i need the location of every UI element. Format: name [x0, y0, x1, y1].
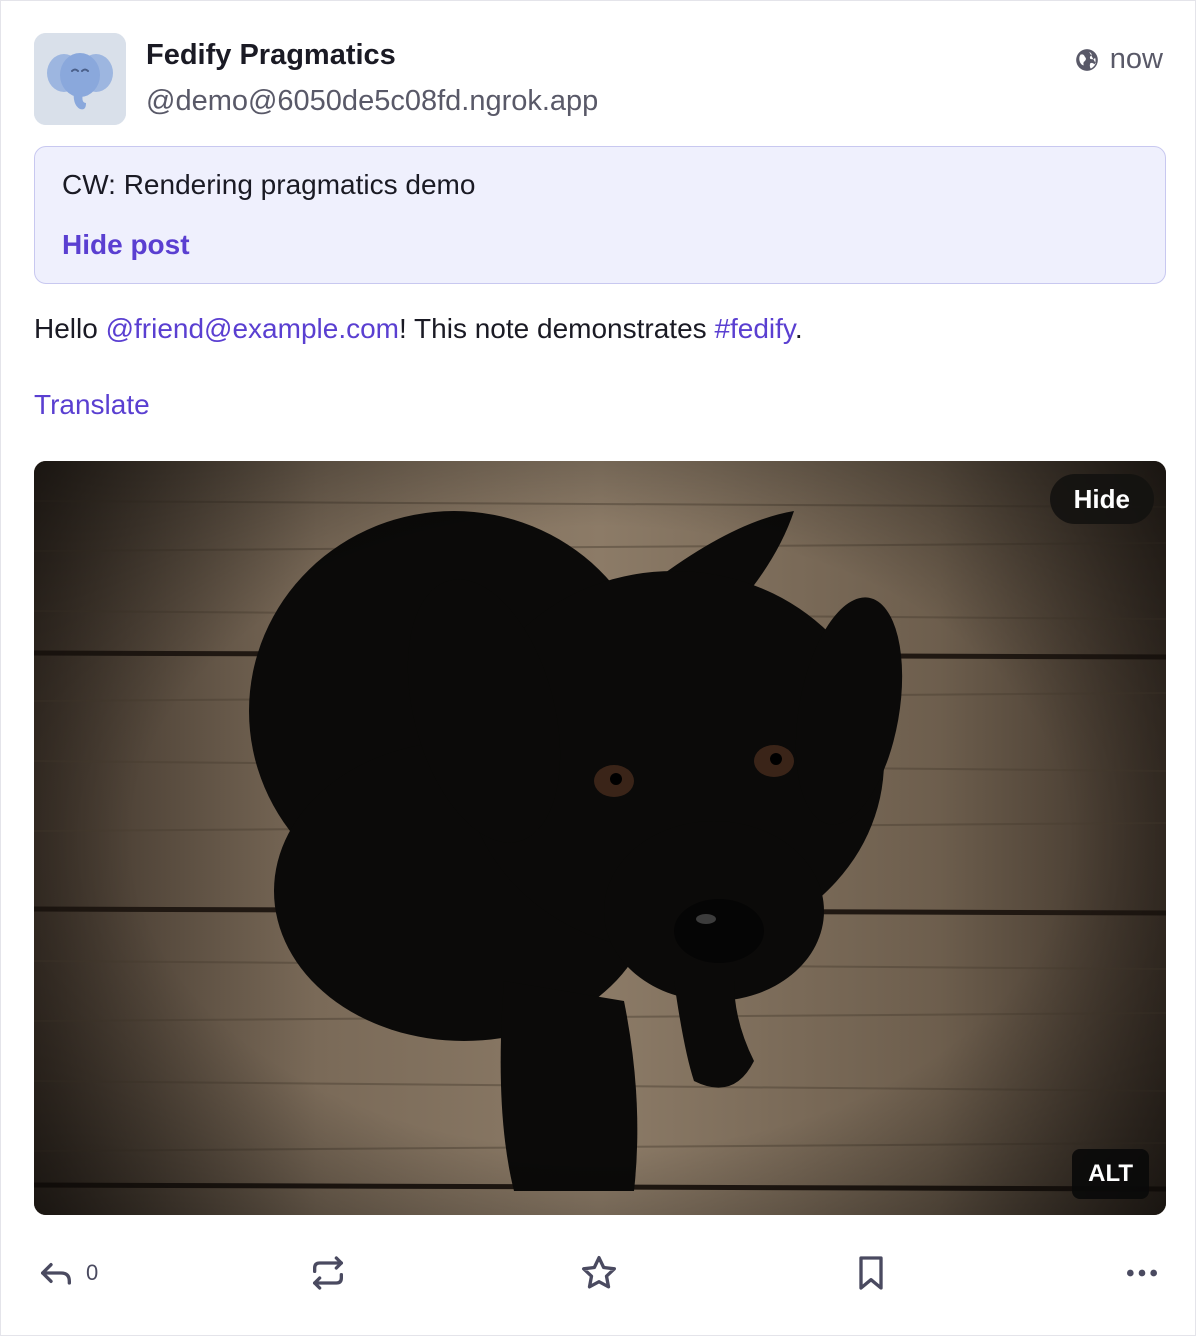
mention-link[interactable]: @friend@example.com	[106, 313, 399, 344]
avatar[interactable]	[34, 33, 126, 125]
post-content: Hello @friend@example.com! This note dem…	[34, 313, 803, 345]
content-text-prefix: Hello	[34, 313, 106, 344]
display-name[interactable]: Fedify Pragmatics	[146, 39, 396, 72]
globe-icon	[1075, 48, 1098, 71]
content-warning-text: CW: Rendering pragmatics demo	[62, 169, 476, 200]
post-timestamp[interactable]: now	[1110, 43, 1163, 76]
content-warning: CW: Rendering pragmatics demo Hide post	[34, 146, 1166, 284]
hide-post-button[interactable]: Hide post	[62, 229, 190, 261]
elephant-icon	[34, 33, 126, 125]
translate-button[interactable]: Translate	[34, 389, 150, 421]
reply-count: 0	[86, 1260, 99, 1285]
alt-text-badge[interactable]: ALT	[1072, 1149, 1149, 1199]
content-text-middle: ! This note demonstrates	[399, 313, 715, 344]
hide-media-button[interactable]: Hide	[1049, 474, 1154, 524]
star-icon	[582, 1256, 616, 1289]
bookmark-icon	[859, 1256, 883, 1290]
post-card: Fedify Pragmatics @demo@6050de5c08fd.ngr…	[0, 0, 1196, 1336]
media-attachment[interactable]: Hide ALT	[34, 461, 1166, 1215]
bookmark-button[interactable]	[851, 1245, 891, 1301]
post-meta: now	[1074, 43, 1163, 76]
reply-button[interactable]: 0	[36, 1245, 98, 1301]
hashtag-link[interactable]: #fedify	[714, 313, 794, 344]
reply-icon	[41, 1263, 72, 1285]
more-icon	[1127, 1269, 1157, 1277]
content-text-suffix: .	[794, 313, 803, 344]
account-handle[interactable]: @demo@6050de5c08fd.ngrok.app	[146, 85, 598, 118]
action-bar: 0	[34, 1245, 1166, 1301]
dog-photo	[34, 461, 1166, 1215]
boost-button[interactable]	[308, 1245, 348, 1301]
post-header: Fedify Pragmatics @demo@6050de5c08fd.ngr…	[34, 33, 1163, 125]
more-options-button[interactable]	[1122, 1245, 1162, 1301]
favourite-button[interactable]	[579, 1245, 619, 1301]
boost-icon	[313, 1256, 343, 1290]
